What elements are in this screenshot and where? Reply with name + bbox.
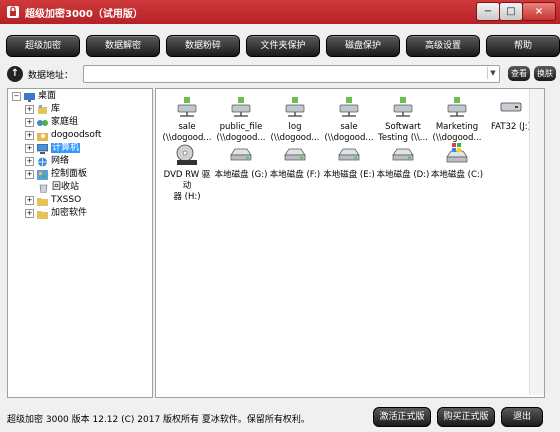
desktop-icon <box>24 92 35 102</box>
activate-full-version-button[interactable]: 激活正式版 <box>373 407 431 427</box>
title-bar: 超级加密3000（试用版） − □ × <box>0 0 560 24</box>
minimize-button[interactable]: − <box>476 2 500 21</box>
tree-item-encryption-software[interactable]: + 加密软件 <box>25 207 87 220</box>
tree-expander[interactable]: + <box>25 209 34 218</box>
folder-tree: − 桌面 + 库 + 家庭组 + dogoodsoft + 计算机 + 网络 + 控制面板 回… <box>7 88 153 398</box>
toolbar-disk-protect-button[interactable]: 磁盘保护 <box>326 35 400 57</box>
exit-button[interactable]: 退出 <box>501 407 543 427</box>
network-drive-icon <box>285 97 305 117</box>
view-button[interactable]: 查看 <box>508 66 530 81</box>
toolbar-encrypt-button[interactable]: 超级加密 <box>6 35 80 57</box>
network-icon <box>38 157 47 166</box>
toolbar-shred-button[interactable]: 数据粉碎 <box>166 35 240 57</box>
computer-icon <box>37 143 48 154</box>
address-bar: ↑ 数据地址： ▼ 查看 换肤 <box>0 64 560 86</box>
folder-icon <box>37 197 48 206</box>
close-button[interactable]: × <box>522 2 556 21</box>
local-disk-icon <box>338 148 360 161</box>
drive-item[interactable]: Marketing (\\dogood... <box>430 95 484 144</box>
tree-expander[interactable]: − <box>12 92 21 101</box>
drive-item[interactable]: 本地磁盘 (D:) <box>376 143 430 181</box>
drive-list-view: sale (\\dogood... public_file (\\dogood...… <box>155 88 545 398</box>
drive-item[interactable]: sale (\\dogood... <box>160 95 214 144</box>
local-disk-icon <box>230 148 252 161</box>
tree-item-desktop[interactable]: − 桌面 <box>12 90 56 103</box>
local-disk-icon <box>392 148 414 161</box>
tree-expander[interactable]: + <box>25 131 34 140</box>
tree-expander[interactable]: + <box>25 144 34 153</box>
tree-item-computer[interactable]: + 计算机 <box>25 142 81 155</box>
toolbar-folder-protect-button[interactable]: 文件夹保护 <box>246 35 320 57</box>
app-lock-icon <box>7 6 19 18</box>
tree-expander[interactable]: + <box>25 157 34 166</box>
system-disk-icon <box>446 143 468 163</box>
window-title: 超级加密3000（试用版） <box>25 9 143 20</box>
network-drive-icon <box>447 97 467 117</box>
toolbar-decrypt-button[interactable]: 数据解密 <box>86 35 160 57</box>
drive-item[interactable]: 本地磁盘 (F:) <box>268 143 322 181</box>
removable-drive-icon <box>500 102 522 112</box>
tree-item-txsso[interactable]: + TXSSO <box>25 194 81 207</box>
library-icon <box>38 104 47 114</box>
drive-item[interactable]: 本地磁盘 (G:) <box>214 143 268 181</box>
tree-item-libraries[interactable]: + 库 <box>25 103 60 116</box>
drive-item[interactable]: DVD RW 驱动器 (H:) <box>160 143 214 203</box>
tree-expander[interactable]: + <box>25 105 34 114</box>
user-folder-icon <box>37 132 48 141</box>
homegroup-icon <box>37 119 48 126</box>
buy-full-version-button[interactable]: 购买正式版 <box>437 407 495 427</box>
network-drive-icon <box>231 97 251 117</box>
vertical-scrollbar[interactable] <box>529 89 544 395</box>
status-text: 超级加密 3000 版本 12.12 (C) 2017 版权所有 夏冰软件。保留… <box>7 415 310 425</box>
tree-item-control-panel[interactable]: + 控制面板 <box>25 168 87 181</box>
restore-button[interactable]: □ <box>499 2 523 21</box>
local-disk-icon <box>284 148 306 161</box>
tree-item-network[interactable]: + 网络 <box>25 155 69 168</box>
network-drive-icon <box>393 97 413 117</box>
drive-item[interactable]: Softwart Testing (\\... <box>376 95 430 144</box>
folder-icon <box>37 210 48 219</box>
toolbar-advanced-settings-button[interactable]: 高级设置 <box>406 35 480 57</box>
drive-item[interactable]: public_file (\\dogood... <box>214 95 268 144</box>
dvd-drive-icon <box>176 144 197 165</box>
tree-item-user-folder[interactable]: + dogoodsoft <box>25 129 101 142</box>
tree-expander[interactable]: + <box>25 170 34 179</box>
network-drive-icon <box>177 97 197 117</box>
address-label: 数据地址： <box>28 71 74 81</box>
tree-item-homegroup[interactable]: + 家庭组 <box>25 116 78 129</box>
drive-item[interactable]: log (\\dogood... <box>268 95 322 144</box>
up-arrow-icon[interactable]: ↑ <box>7 66 23 82</box>
tree-item-recycle-bin[interactable]: 回收站 <box>38 181 79 194</box>
recycle-bin-icon <box>39 184 48 193</box>
tree-expander[interactable]: + <box>25 118 34 127</box>
control-panel-icon <box>37 169 48 180</box>
dropdown-arrow-icon[interactable]: ▼ <box>487 67 498 79</box>
toolbar-help-button[interactable]: 帮助 <box>486 35 560 57</box>
tree-expander[interactable]: + <box>25 196 34 205</box>
skin-button[interactable]: 换肤 <box>534 66 556 81</box>
address-input[interactable]: ▼ <box>83 65 500 83</box>
drive-item[interactable]: sale (\\dogood... <box>322 95 376 144</box>
network-drive-icon <box>339 97 359 117</box>
drive-item[interactable]: 本地磁盘 (C:) <box>430 143 484 181</box>
drive-item[interactable]: 本地磁盘 (E:) <box>322 143 376 181</box>
